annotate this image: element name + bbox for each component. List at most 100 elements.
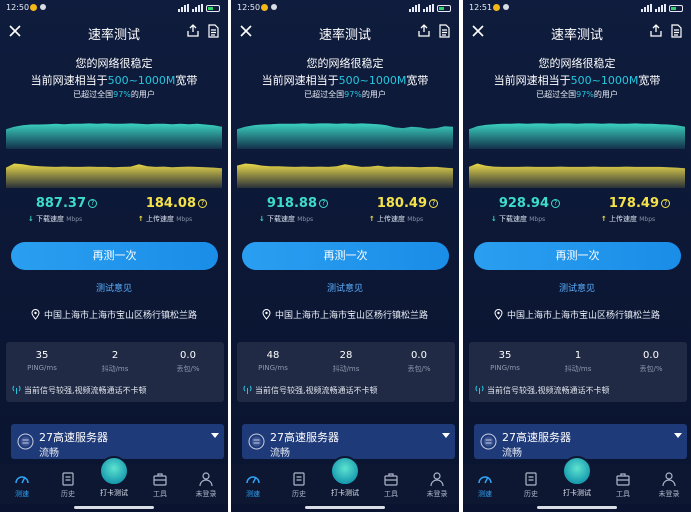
share-icon[interactable]: [186, 24, 200, 38]
bottom-tab-bar: 测速 历史 打卡测试 工具 未登录: [231, 456, 459, 504]
feedback-link[interactable]: 测试意见: [463, 281, 691, 294]
system-icons: [641, 4, 683, 12]
signal-strength-icon: [409, 4, 420, 12]
retest-button[interactable]: 再测一次: [11, 242, 218, 270]
share-icon[interactable]: [649, 24, 663, 38]
top-bar: 速率测试: [231, 18, 459, 46]
ping-stat: 48 PING/ms: [258, 350, 288, 372]
speed-test-screen-2: 12:50 速率测试 您的网络很稳定 当前网速相当于500~1000M宽带 已超…: [231, 0, 459, 512]
battery-icon: [206, 4, 220, 12]
tab-checkin-test[interactable]: 打卡测试: [327, 456, 363, 498]
info-icon[interactable]: ?: [551, 199, 560, 208]
toolbox-icon: [153, 473, 167, 486]
user-icon: [430, 472, 444, 487]
signal-tower-icon: [475, 385, 484, 394]
download-arrow-icon: ↓: [490, 215, 497, 223]
info-icon[interactable]: ?: [661, 199, 670, 208]
ranking-text: 已超过全国97%的用户: [304, 90, 386, 99]
server-state: 流畅: [270, 448, 290, 459]
upload-label: 上传速度: [145, 215, 174, 223]
signal-strength-icon: [641, 4, 652, 12]
server-icon: [248, 433, 265, 450]
feedback-link[interactable]: 测试意见: [231, 281, 459, 294]
notification-icons: [493, 4, 509, 11]
speed-test-screen-3: 12:51 速率测试 您的网络很稳定 当前网速相当于500~1000M宽带 已超…: [463, 0, 691, 512]
history-icon: [293, 472, 305, 486]
history-icon: [62, 472, 74, 486]
home-indicator: [537, 506, 617, 509]
upload-label: 上传速度: [376, 215, 405, 223]
tab-speed-test[interactable]: 测速: [2, 471, 42, 499]
download-metric: 928.94? ↓ 下载速度 Mbps: [473, 196, 563, 224]
signal-tower-icon: [12, 385, 21, 394]
download-metric: 887.37? ↓ 下载速度 Mbps: [10, 196, 100, 224]
network-stats-card: 48 PING/ms 28 抖动/ms 0.0 丢包/% 当前信号较强,视频流畅通话不…: [237, 342, 455, 402]
info-icon[interactable]: ?: [88, 199, 97, 208]
ping-stat: 35 PING/ms: [27, 350, 57, 372]
network-stats-card: 35 PING/ms 2 抖动/ms 0.0 丢包/% 当前信号较强,视频流畅通话不卡…: [6, 342, 224, 402]
tab-tools[interactable]: 工具: [140, 471, 180, 499]
retest-button[interactable]: 再测一次: [474, 242, 681, 270]
packet-loss-stat: 0.0 丢包/%: [639, 350, 663, 373]
share-icon[interactable]: [417, 24, 431, 38]
packet-loss-stat: 0.0 丢包/%: [407, 350, 431, 373]
signal-quality-text: 当前信号较强,视频流畅通话不卡顿: [475, 385, 610, 396]
location-pin-icon: [494, 309, 503, 320]
info-icon[interactable]: ?: [429, 199, 438, 208]
chevron-down-icon[interactable]: [674, 433, 682, 438]
home-indicator: [305, 506, 385, 509]
download-speed-value: 887.37: [35, 196, 86, 211]
system-icons: [178, 4, 220, 12]
server-name: 27高速服务器: [502, 431, 571, 444]
tab-checkin-test[interactable]: 打卡测试: [559, 456, 595, 498]
retest-button[interactable]: 再测一次: [242, 242, 449, 270]
chevron-down-icon[interactable]: [211, 433, 219, 438]
status-time: 12:51: [469, 3, 493, 12]
tab-checkin-test[interactable]: 打卡测试: [96, 456, 132, 498]
location-text: 中国上海市上海市宝山区杨行镇松兰路: [463, 308, 691, 321]
upload-label: 上传速度: [608, 215, 637, 223]
signal-quality-text: 当前信号较强,视频流畅通话不卡顿: [12, 385, 147, 396]
upload-wave-area: [469, 163, 685, 188]
tab-history[interactable]: 历史: [511, 471, 551, 499]
tab-history[interactable]: 历史: [48, 471, 88, 499]
tab-profile[interactable]: 未登录: [649, 471, 689, 499]
download-label: 下载速度: [266, 215, 295, 223]
download-label: 下载速度: [498, 215, 527, 223]
tab-history[interactable]: 历史: [279, 471, 319, 499]
document-icon[interactable]: [669, 24, 683, 38]
bandwidth-compare: 当前网速相当于500~1000M宽带: [261, 74, 429, 87]
bandwidth-compare: 当前网速相当于500~1000M宽带: [493, 74, 661, 87]
status-bar: 12:50: [6, 3, 220, 15]
tab-speed-test[interactable]: 测速: [233, 471, 273, 499]
signal-strength-icon: [192, 4, 203, 12]
upload-metric: 184.08? ↑ 上传速度 Mbps: [120, 196, 210, 224]
stability-headline: 您的网络很稳定: [75, 57, 153, 70]
top-bar: 速率测试: [463, 18, 691, 46]
info-icon[interactable]: ?: [198, 199, 207, 208]
tab-tools[interactable]: 工具: [603, 471, 643, 499]
location-text: 中国上海市上海市宝山区杨行镇松兰路: [231, 308, 459, 321]
speedometer-icon: [15, 476, 29, 484]
info-icon[interactable]: ?: [319, 199, 328, 208]
battery-icon: [437, 4, 451, 12]
location-pin-icon: [262, 309, 271, 320]
chevron-down-icon[interactable]: [442, 433, 450, 438]
speedometer-icon: [478, 476, 492, 484]
server-selector[interactable]: 27高速服务器 流畅: [474, 424, 687, 459]
download-wave-chart: [469, 123, 685, 149]
document-icon[interactable]: [206, 24, 220, 38]
document-icon[interactable]: [437, 24, 451, 38]
tab-profile[interactable]: 未登录: [186, 471, 226, 499]
server-state: 流畅: [502, 448, 522, 459]
server-name: 27高速服务器: [39, 431, 108, 444]
tab-profile[interactable]: 未登录: [417, 471, 457, 499]
user-icon: [662, 472, 676, 487]
tab-tools[interactable]: 工具: [371, 471, 411, 499]
feedback-link[interactable]: 测试意见: [0, 281, 228, 294]
server-selector[interactable]: 27高速服务器 流畅: [242, 424, 455, 459]
server-icon: [17, 433, 34, 450]
server-selector[interactable]: 27高速服务器 流畅: [11, 424, 224, 459]
upload-arrow-icon: ↑: [368, 215, 375, 223]
tab-speed-test[interactable]: 测速: [465, 471, 505, 499]
